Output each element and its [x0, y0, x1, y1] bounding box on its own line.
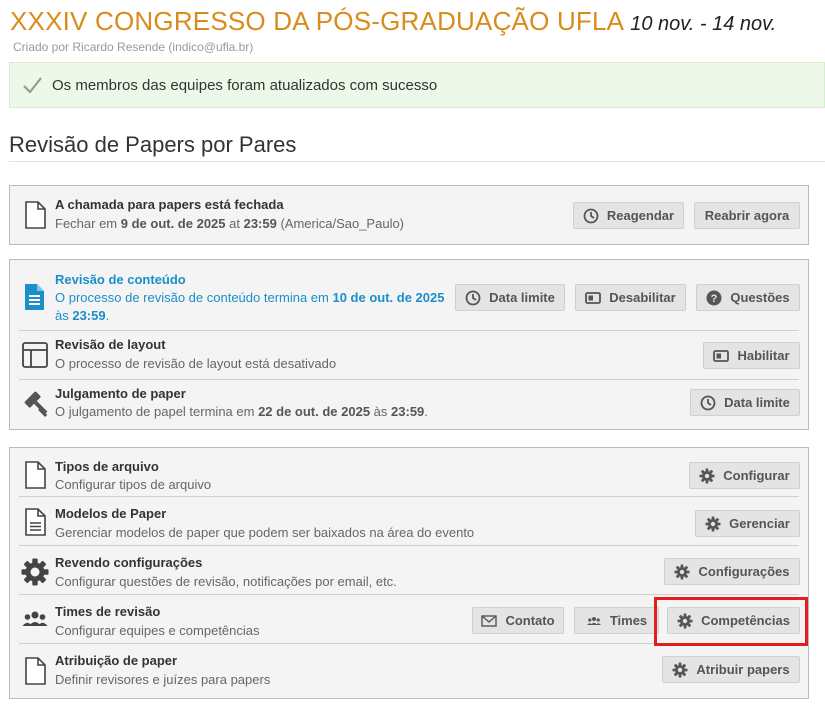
review-config-row: Revendo configurações Configurar questõe… [19, 546, 800, 594]
review-teams-row: Times de revisão Configurar equipes e co… [19, 595, 800, 643]
call-title: A chamada para papers está fechada [55, 197, 284, 212]
assign-papers-button[interactable]: Atribuir papers [662, 656, 800, 683]
users-icon [586, 613, 602, 629]
contact-button[interactable]: Contato [472, 607, 564, 634]
gear-icon [672, 662, 688, 678]
reschedule-button[interactable]: Reagendar [573, 202, 684, 229]
layout-review-desc: O processo de revisão de layout está des… [55, 356, 337, 371]
document-icon [20, 460, 50, 490]
deadline-label: Data limite [489, 290, 555, 305]
settings-label: Configurações [698, 564, 790, 579]
content-review-title[interactable]: Revisão de conteúdo [55, 272, 186, 287]
contact-label: Contato [505, 613, 555, 628]
reopen-now-button[interactable]: Reabrir agora [694, 202, 800, 229]
review-config-title: Revendo configurações [55, 555, 203, 570]
event-title[interactable]: XXXIV CONGRESSO DA PÓS-GRADUAÇÃO UFLA [10, 6, 624, 36]
settings-button[interactable]: Configurações [664, 558, 800, 585]
judgment-deadline-button[interactable]: Data limite [690, 389, 800, 416]
layout-review-title: Revisão de layout [55, 337, 166, 352]
file-types-desc: Configurar tipos de arquivo [55, 477, 212, 492]
call-for-papers-panel: A chamada para papers está fechada Fecha… [9, 185, 809, 245]
disable-button[interactable]: Desabilitar [575, 284, 686, 311]
gear-icon [674, 564, 690, 580]
content-deadline-button[interactable]: Data limite [455, 284, 565, 311]
manage-button[interactable]: Gerenciar [695, 510, 800, 537]
section-divider [9, 161, 825, 162]
competences-label: Competências [701, 613, 790, 628]
paper-templates-row: Modelos de Paper Gerenciar modelos de pa… [19, 497, 800, 545]
assign-papers-label: Atribuir papers [696, 662, 790, 677]
competences-button[interactable]: Competências [667, 607, 800, 634]
clock-icon [583, 208, 599, 224]
gear-icon [699, 468, 715, 484]
content-document-icon [20, 282, 50, 312]
settings-panel: Tipos de arquivo Configurar tipos de arq… [9, 447, 809, 699]
assignment-desc: Definir revisores e juízes para papers [55, 672, 271, 687]
svg-text:?: ? [711, 293, 718, 305]
review-processes-panel: Revisão de conteúdo O processo de revisã… [9, 259, 809, 430]
document-icon [20, 656, 50, 686]
enable-button[interactable]: Habilitar [703, 342, 800, 369]
questions-button[interactable]: ? Questões [696, 284, 800, 311]
paper-assignment-row: Atribuição de paper Definir revisores e … [19, 644, 800, 698]
envelope-icon [481, 613, 498, 629]
gear-icon [677, 613, 693, 629]
call-desc: Fechar em 9 de out. de 2025 at 23:59 (Am… [55, 216, 405, 231]
reschedule-label: Reagendar [606, 208, 675, 223]
review-teams-desc: Configurar equipes e competências [55, 623, 260, 638]
judgment-title: Julgamento de paper [55, 386, 186, 401]
question-icon: ? [706, 290, 722, 306]
questions-label: Questões [730, 290, 790, 305]
template-document-icon [20, 507, 50, 537]
success-alert: Os membros das equipes foram atualizados… [9, 62, 825, 108]
configure-label: Configurar [723, 468, 790, 483]
deadline-label: Data limite [724, 395, 790, 410]
layout-icon [20, 340, 50, 370]
event-dates: 10 nov. - 14 nov. [630, 13, 777, 35]
content-review-row: Revisão de conteúdo O processo de revisã… [19, 260, 800, 330]
clock-icon [700, 395, 716, 411]
event-creator: Criado por Ricardo Resende (indico@ufla.… [13, 40, 254, 54]
teams-button[interactable]: Times [574, 607, 659, 634]
document-icon [20, 200, 50, 230]
gear-icon [20, 557, 50, 587]
enable-label: Habilitar [737, 348, 790, 363]
templates-title: Modelos de Paper [55, 506, 167, 521]
call-row: A chamada para papers está fechada Fecha… [19, 186, 800, 244]
page-header: XXXIV CONGRESSO DA PÓS-GRADUAÇÃO UFLA 10 … [10, 6, 776, 37]
reopen-label: Reabrir agora [704, 208, 790, 223]
gear-icon [705, 516, 721, 532]
judgment-desc: O julgamento de papel termina em 22 de o… [55, 404, 428, 419]
toggle-off-icon [713, 348, 730, 364]
disable-label: Desabilitar [609, 290, 676, 305]
assignment-title: Atribuição de paper [55, 653, 178, 668]
review-teams-title: Times de revisão [55, 604, 161, 619]
templates-desc: Gerenciar modelos de paper que podem ser… [55, 525, 475, 540]
clock-icon [465, 290, 481, 306]
content-review-desc-line1: O processo de revisão de conteúdo termin… [55, 290, 445, 305]
configure-button[interactable]: Configurar [689, 462, 800, 489]
manage-label: Gerenciar [729, 516, 790, 531]
file-types-row: Tipos de arquivo Configurar tipos de arq… [19, 448, 800, 496]
section-title: Revisão de Papers por Pares [9, 132, 297, 157]
alert-message: Os membros das equipes foram atualizados… [52, 76, 438, 94]
teams-label: Times [609, 613, 648, 628]
layout-review-row: Revisão de layout O processo de revisão … [19, 331, 800, 379]
file-types-title: Tipos de arquivo [55, 459, 159, 474]
content-review-desc-line2: às 23:59. [55, 308, 110, 323]
users-icon [20, 604, 50, 634]
toggle-off-icon [585, 290, 602, 306]
gavel-icon [20, 389, 50, 419]
check-icon [23, 77, 42, 94]
paper-judgment-row: Julgamento de paper O julgamento de pape… [19, 380, 800, 430]
review-config-desc: Configurar questões de revisão, notifica… [55, 574, 397, 589]
